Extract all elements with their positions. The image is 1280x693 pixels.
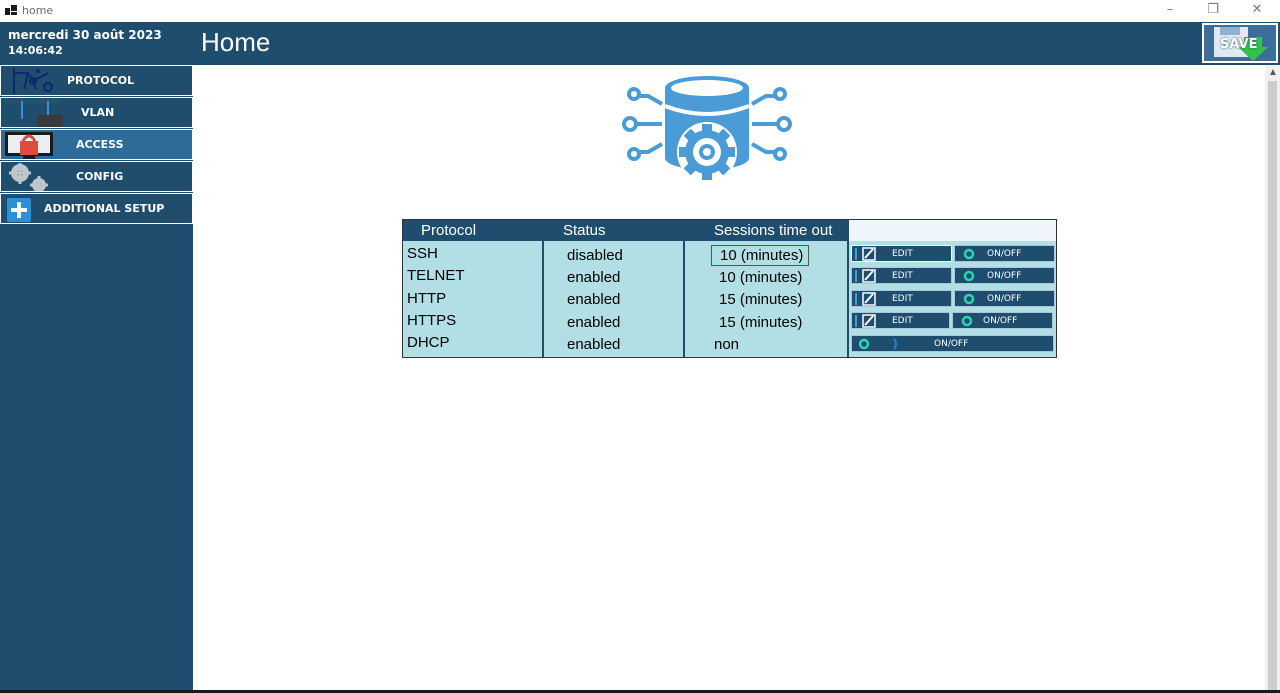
window-title: home [22, 4, 54, 17]
edit-button-ssh[interactable]: EDIT [851, 245, 952, 262]
sidebar-item-additional-setup[interactable]: ADDITIONAL SETUP [0, 193, 193, 224]
edit-icon [855, 292, 876, 306]
toggle-icon [963, 293, 975, 305]
toggle-icon [963, 248, 975, 260]
current-time: 14:06:42 [8, 44, 63, 57]
actions-header [849, 220, 1056, 241]
timeout-cell: 15 (minutes) [719, 314, 803, 331]
switch-icon [5, 99, 63, 127]
protocol-column: Protocol SSH TELNET HTTP HTTPS DHCP [403, 220, 544, 357]
edit-button-http[interactable]: EDIT [851, 290, 952, 307]
status-cell: enabled [567, 291, 621, 308]
column-header: Protocol [403, 220, 542, 241]
status-cell: enabled [567, 314, 621, 331]
sidebar-item-label: VLAN [81, 106, 115, 119]
network-icon [13, 68, 53, 94]
timeout-cell: non [714, 336, 740, 353]
datetime: mercredi 30 août 2023 14:06:42 [8, 28, 162, 58]
close-button[interactable]: ✕ [1243, 1, 1271, 19]
toggle-button-telnet[interactable]: ON/OFF [954, 267, 1055, 284]
sidebar-item-label: CONFIG [76, 170, 124, 183]
timeout-cell: 10 (minutes) [719, 269, 803, 286]
sidebar-item-label: PROTOCOL [67, 74, 135, 87]
status-column: Status disabled enabled enabled enabled … [544, 220, 685, 357]
sidebar-item-label: ACCESS [76, 138, 124, 151]
column-header: Status [544, 220, 683, 241]
edit-button-telnet[interactable]: EDIT [851, 267, 952, 284]
database-gear-icon [622, 76, 792, 182]
timeout-cell: 15 (minutes) [719, 291, 803, 308]
sidebar: mercredi 30 août 2023 14:06:42 PROTOCOL … [0, 22, 193, 693]
scroll-up-icon[interactable]: ▲ [1268, 67, 1278, 78]
edit-icon [855, 269, 876, 283]
status-cell: enabled [567, 269, 621, 286]
protocol-cell: SSH [407, 245, 438, 262]
save-label: SAVE [1220, 37, 1258, 52]
actions-column: EDIT ON/OFF EDIT ON/OFF EDIT ON/OFF EDIT [849, 220, 1056, 357]
protocol-table: Protocol SSH TELNET HTTP HTTPS DHCP Stat… [402, 219, 1057, 358]
sidebar-item-config[interactable]: CONFIG [0, 161, 193, 192]
page-header: Home SAVE [193, 22, 1280, 65]
protocol-cell: HTTP [407, 290, 447, 307]
toggle-button-https[interactable]: ON/OFF [952, 312, 1053, 329]
sidebar-item-vlan[interactable]: VLAN [0, 97, 193, 128]
vertical-scrollbar[interactable]: ▲ [1265, 65, 1280, 693]
timeout-cell-selected[interactable]: 10 (minutes) [711, 245, 810, 266]
page-title: Home [201, 27, 271, 57]
toggle-button-ssh[interactable]: ON/OFF [954, 245, 1055, 262]
sidebar-item-label: ADDITIONAL SETUP [44, 202, 165, 215]
sidebar-item-access[interactable]: ACCESS [0, 129, 193, 160]
column-header: Sessions time out [685, 220, 847, 241]
protocol-cell: TELNET [407, 267, 465, 284]
sidebar-item-protocol[interactable]: PROTOCOL [0, 65, 193, 96]
protocol-cell: HTTPS [407, 312, 457, 329]
scrollbar-thumb[interactable] [1268, 81, 1277, 691]
toggle-button-http[interactable]: ON/OFF [954, 290, 1055, 307]
edit-icon [855, 247, 876, 261]
toggle-icon [963, 270, 975, 282]
window-titlebar: home – ❐ ✕ [0, 0, 1280, 22]
toggle-icon [961, 315, 973, 327]
edit-icon [855, 314, 876, 328]
gears-icon [9, 163, 48, 191]
toggle-icon [858, 338, 897, 350]
save-button[interactable]: SAVE [1202, 23, 1278, 63]
edit-button-https[interactable]: EDIT [851, 312, 950, 329]
plus-icon [7, 198, 31, 222]
current-date: mercredi 30 août 2023 [8, 28, 162, 42]
timeout-column: Sessions time out 10 (minutes) 10 (minut… [685, 220, 849, 357]
restore-button[interactable]: ❐ [1199, 1, 1227, 19]
toggle-button-dhcp[interactable]: ON/OFF [851, 335, 1054, 352]
minimize-button[interactable]: – [1156, 1, 1184, 19]
status-cell: disabled [567, 247, 623, 264]
monitor-lock-icon [5, 132, 53, 159]
app-icon [5, 5, 17, 15]
protocol-cell: DHCP [407, 334, 450, 351]
status-cell: enabled [567, 336, 621, 353]
